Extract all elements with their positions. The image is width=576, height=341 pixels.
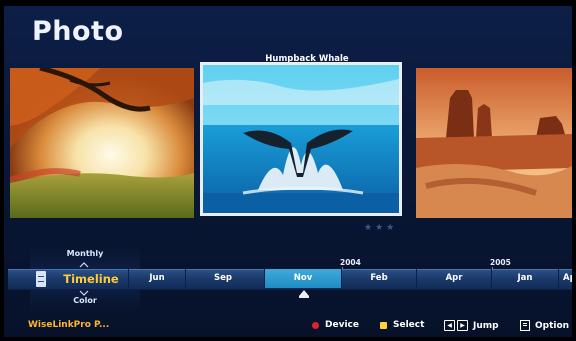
view-mode-current[interactable]: Timeline	[56, 272, 126, 286]
desert-mesa-photo	[416, 68, 572, 218]
autumn-tree-photo	[10, 68, 194, 218]
timeline-month[interactable]: Sep	[185, 269, 260, 288]
whale-tail-photo	[203, 65, 399, 213]
device-button-label: Device	[325, 320, 359, 330]
chevron-down-icon	[79, 290, 89, 296]
select-button[interactable]: Select	[380, 320, 424, 330]
rewind-icon: ◀	[444, 320, 455, 331]
chevron-up-icon	[79, 262, 89, 268]
timeline-month[interactable]: Apr	[416, 269, 491, 288]
timeline-month[interactable]: Feb	[341, 269, 416, 288]
photo-thumbnail-left[interactable]	[10, 68, 194, 218]
view-mode-next[interactable]: Color	[30, 296, 140, 305]
option-icon	[520, 320, 530, 331]
year-label-2005: 2005	[490, 258, 511, 267]
jump-button-label: Jump	[473, 320, 499, 331]
yellow-button-icon	[380, 321, 387, 329]
timeline-month-active[interactable]: Nov	[264, 269, 341, 288]
option-button-label: Option	[535, 320, 570, 331]
select-button-label: Select	[393, 320, 425, 330]
option-button[interactable]: Option	[520, 320, 569, 331]
view-mode-previous[interactable]: Monthly	[30, 249, 140, 258]
photo-selected-center[interactable]	[200, 62, 402, 216]
timeline-icon	[36, 271, 46, 287]
year-label-2004: 2004	[340, 258, 361, 267]
red-button-icon	[312, 321, 319, 329]
source-device-label: WiseLinkPro P...	[28, 320, 110, 330]
rating-stars: ★★★	[364, 223, 398, 233]
device-button[interactable]: Device	[312, 320, 359, 330]
timeline-month[interactable]: Jun	[128, 269, 185, 288]
timeline-month[interactable]: Jan	[491, 269, 558, 288]
photo-thumbnail-right[interactable]	[416, 68, 572, 218]
jump-button[interactable]: ◀ ▶ Jump	[444, 320, 499, 331]
photo-browser-screen: Photo Humpback Whale ★★★ Monthly Color T…	[4, 6, 572, 337]
timeline-month[interactable]: Ap	[558, 269, 572, 288]
timeline-pointer-base	[299, 296, 309, 298]
fast-forward-icon: ▶	[457, 320, 468, 331]
page-title: Photo	[32, 16, 124, 47]
